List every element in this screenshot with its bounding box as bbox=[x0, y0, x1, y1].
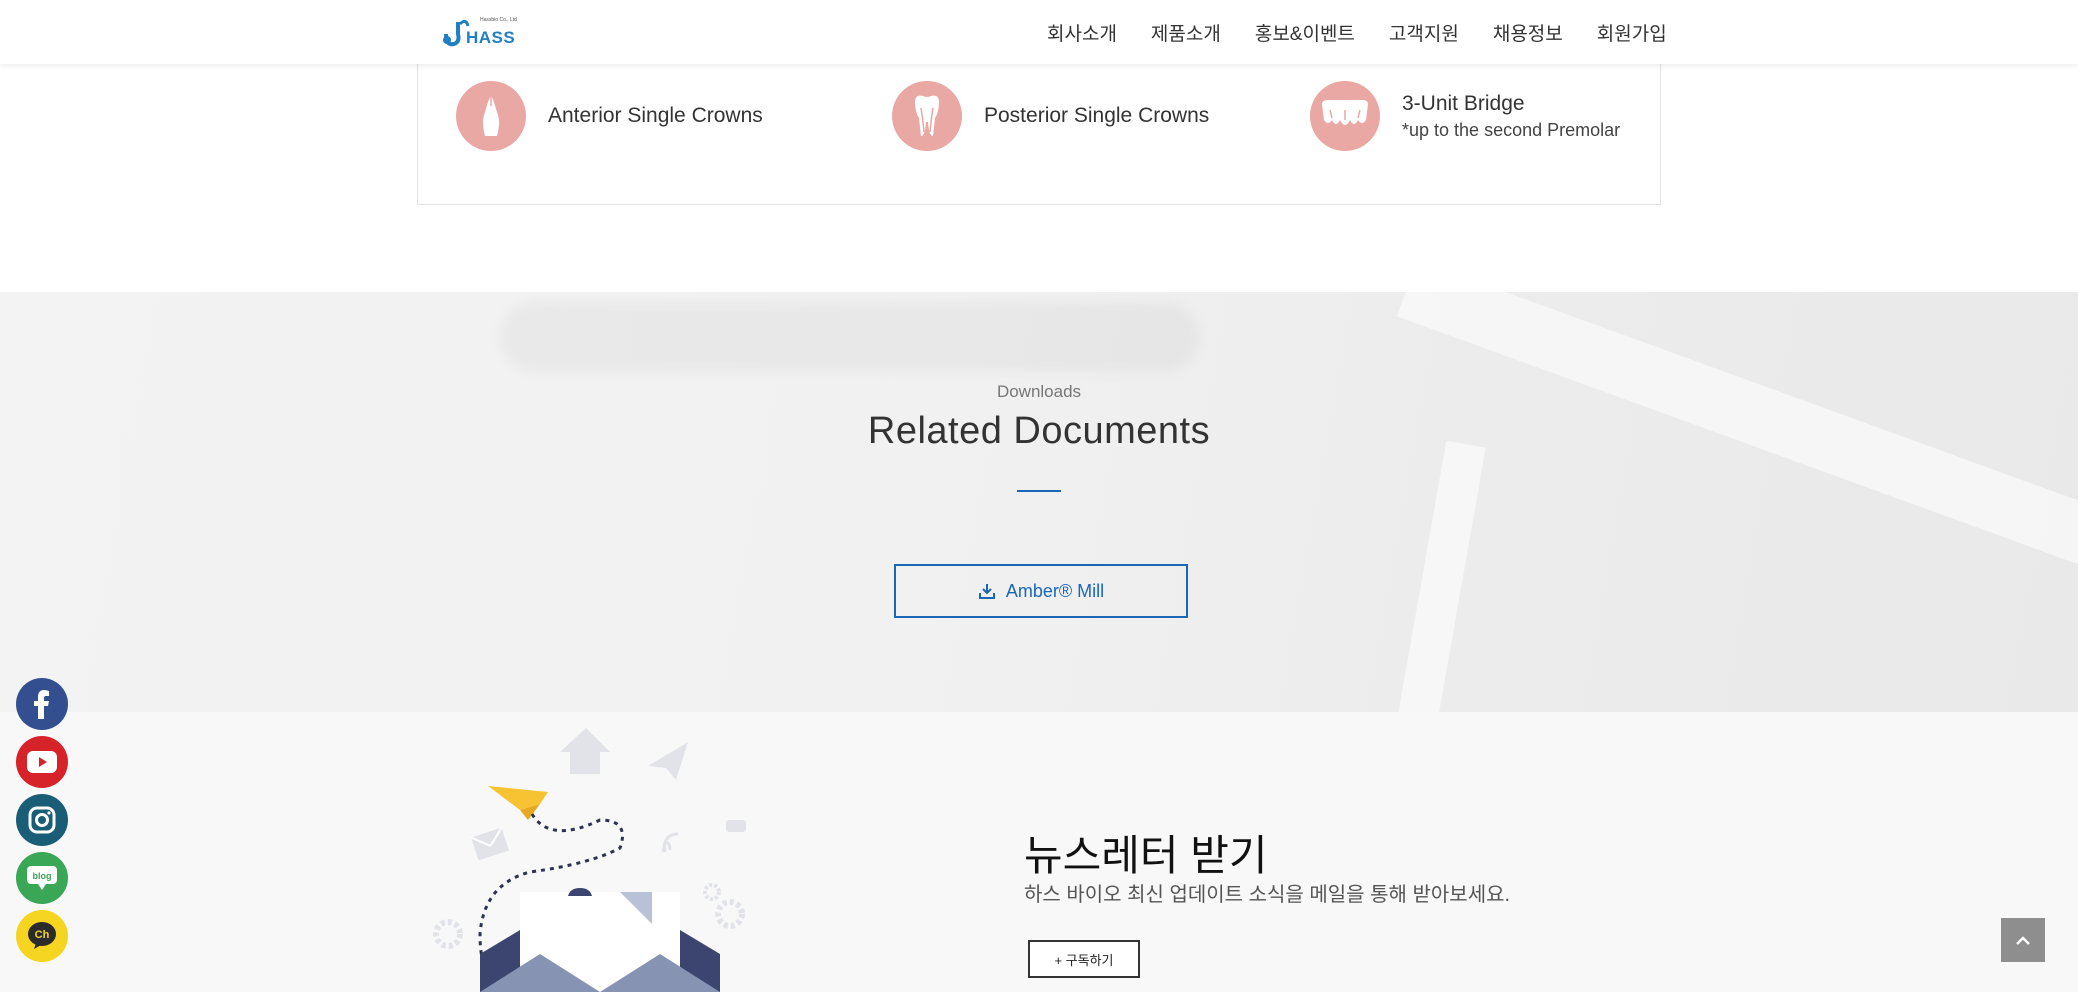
product-note: *up to the second Premolar bbox=[1402, 119, 1621, 140]
facebook-icon[interactable] bbox=[16, 678, 68, 730]
background-decoration bbox=[500, 302, 1200, 372]
svg-text:blog: blog bbox=[33, 871, 52, 881]
site-header: Hassbio Co., Ltd HASS 회사소개 제품소개 홍보&이벤트 고… bbox=[0, 0, 2078, 64]
nav-item-support[interactable]: 고객지원 bbox=[1389, 19, 1459, 46]
download-icon bbox=[978, 584, 995, 599]
product-posterior: Posterior Single Crowns bbox=[892, 81, 1209, 151]
nav-item-pr-events[interactable]: 홍보&이벤트 bbox=[1255, 19, 1355, 46]
kakao-channel-icon[interactable]: Ch bbox=[16, 910, 68, 962]
instagram-icon[interactable] bbox=[16, 794, 68, 846]
nav-item-products[interactable]: 제품소개 bbox=[1151, 19, 1221, 46]
indications-box: Anterior Single Crowns Posterior Single … bbox=[417, 55, 1661, 205]
section-title: Related Documents bbox=[867, 410, 1211, 452]
anterior-crown-icon bbox=[456, 81, 526, 151]
background-decoration bbox=[1396, 292, 2078, 625]
newsletter-illustration bbox=[433, 728, 746, 992]
background-decoration bbox=[1394, 440, 1486, 712]
subscribe-button[interactable]: + 구독하기 bbox=[1028, 940, 1140, 978]
section-eyebrow: Downloads bbox=[996, 382, 1082, 401]
download-button-label: Amber® Mill bbox=[1005, 580, 1105, 601]
title-divider bbox=[1017, 490, 1061, 492]
social-sidebar: blog Ch bbox=[16, 678, 68, 968]
youtube-icon[interactable] bbox=[16, 736, 68, 788]
product-bridge: 3-Unit Bridge *up to the second Premolar bbox=[1310, 81, 1620, 151]
newsletter-section: 뉴스레터 받기 하스 바이오 최신 업데이트 소식을 메일을 통해 받아보세요.… bbox=[0, 712, 2078, 992]
logo-subtext: Hassbio Co., Ltd bbox=[480, 17, 517, 23]
molar-tooth-icon bbox=[892, 81, 962, 151]
download-document-button[interactable]: Amber® Mill bbox=[894, 564, 1188, 618]
scroll-to-top-button[interactable] bbox=[2001, 918, 2045, 962]
svg-text:Ch: Ch bbox=[35, 929, 50, 941]
main-nav: 회사소개 제품소개 홍보&이벤트 고객지원 채용정보 회원가입 bbox=[1047, 19, 1701, 46]
logo-text: HASS bbox=[466, 28, 516, 47]
product-label: Posterior Single Crowns bbox=[984, 104, 1210, 127]
newsletter-title: 뉴스레터 받기 bbox=[1024, 832, 1268, 879]
nav-item-signup[interactable]: 회원가입 bbox=[1597, 19, 1667, 46]
chevron-up-icon bbox=[2016, 936, 2030, 945]
downloads-section: Downloads Related Documents Amber® Mill bbox=[0, 292, 2078, 712]
product-anterior: Anterior Single Crowns bbox=[456, 81, 763, 151]
product-label: 3-Unit Bridge bbox=[1402, 91, 1525, 115]
blog-icon[interactable]: blog bbox=[16, 852, 68, 904]
bridge-icon bbox=[1310, 81, 1380, 151]
newsletter-subtitle: 하스 바이오 최신 업데이트 소식을 메일을 통해 받아보세요. bbox=[1024, 884, 1511, 906]
product-label: Anterior Single Crowns bbox=[548, 104, 763, 127]
nav-item-company[interactable]: 회사소개 bbox=[1047, 19, 1117, 46]
nav-item-careers[interactable]: 채용정보 bbox=[1493, 19, 1563, 46]
